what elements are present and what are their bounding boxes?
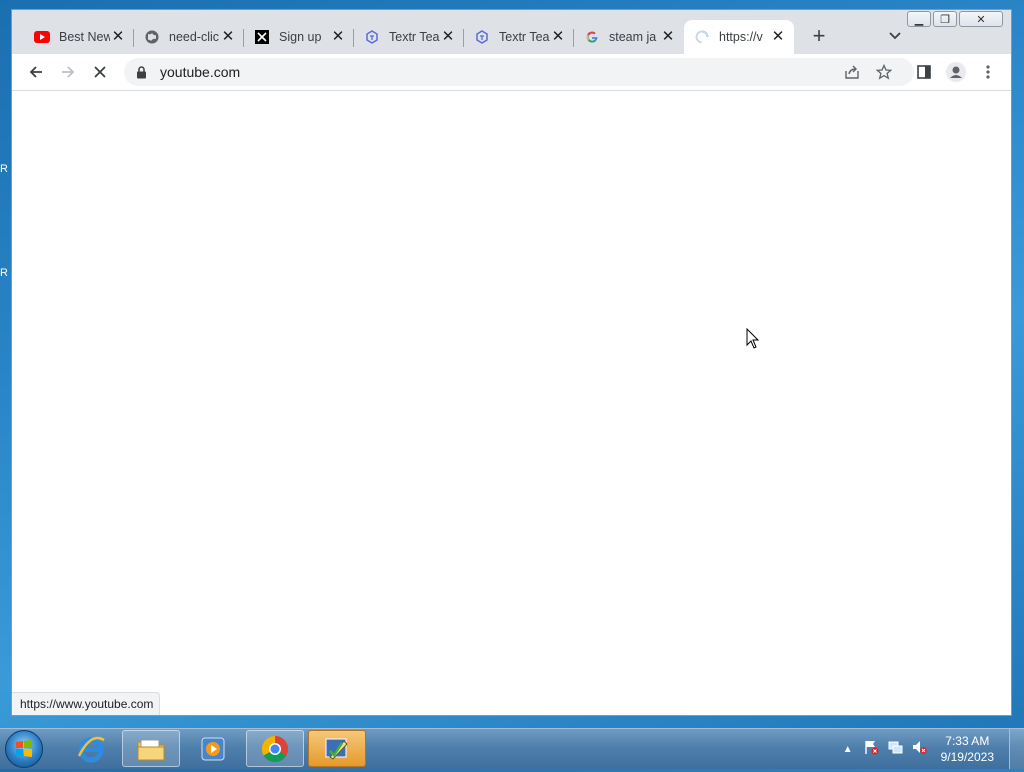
address-url[interactable]: youtube.com: [160, 64, 240, 80]
close-icon[interactable]: ✕: [440, 29, 456, 45]
close-icon[interactable]: ✕: [770, 29, 786, 45]
tab-strip: Best New ✕ need-clic ✕ Sign up ✕ Textr T…: [12, 10, 1011, 54]
share-icon[interactable]: [842, 62, 862, 82]
tab-title: Sign up: [279, 30, 322, 44]
media-player-icon[interactable]: [184, 730, 242, 767]
file-explorer-icon[interactable]: [122, 730, 180, 767]
loading-spinner-icon: [694, 29, 710, 45]
tab-textr-2[interactable]: Textr Tea ✕: [464, 20, 574, 54]
status-bubble: https://www.youtube.com: [12, 692, 161, 715]
taskbar: ▲ 7:33 AM 9/19/2023: [0, 728, 1024, 769]
clock-date: 9/19/2023: [940, 750, 994, 764]
system-tray: ▲ 7:33 AM 9/19/2023: [843, 729, 994, 769]
window-controls: ▁ ❐ ✕: [905, 11, 1003, 27]
forward-button[interactable]: [58, 62, 78, 82]
tab-title: steam ja: [609, 30, 657, 44]
tab-youtube[interactable]: Best New ✕: [24, 20, 134, 54]
action-center-flag-icon[interactable]: [863, 739, 879, 760]
tab-need-click[interactable]: need-clic ✕: [134, 20, 244, 54]
tab-title: Textr Tea: [499, 30, 550, 44]
close-icon[interactable]: ✕: [220, 29, 236, 45]
maximize-button[interactable]: ❐: [933, 11, 957, 27]
side-panel-icon[interactable]: [914, 62, 934, 82]
textr-icon: [474, 29, 490, 45]
desktop-icon-label[interactable]: R: [0, 267, 8, 279]
address-bar[interactable]: youtube.com: [124, 58, 914, 86]
chevron-down-icon[interactable]: [888, 28, 902, 42]
tab-title: https://v: [719, 30, 763, 44]
tab-title: Best New: [59, 30, 110, 44]
tab-title: need-clic: [169, 30, 220, 44]
tab-title: Textr Tea: [389, 30, 440, 44]
menu-kebab-icon[interactable]: [978, 62, 998, 82]
start-button[interactable]: [5, 730, 43, 768]
youtube-icon: [34, 29, 50, 45]
google-icon: [584, 29, 600, 45]
network-icon[interactable]: [887, 739, 903, 760]
close-icon[interactable]: ✕: [660, 29, 676, 45]
close-icon[interactable]: ✕: [330, 29, 346, 45]
tab-textr-1[interactable]: Textr Tea ✕: [354, 20, 464, 54]
profile-avatar-icon[interactable]: [946, 62, 966, 82]
page-content: https://www.youtube.com: [12, 91, 1011, 715]
close-icon[interactable]: ✕: [110, 29, 126, 45]
new-tab-button[interactable]: +: [809, 25, 829, 47]
show-desktop-button[interactable]: [1009, 729, 1024, 769]
app-pencil-icon[interactable]: [308, 730, 366, 767]
mouse-cursor-icon: [746, 327, 760, 350]
desktop-icon-label[interactable]: R: [0, 163, 8, 175]
clock[interactable]: 7:33 AM 9/19/2023: [941, 733, 994, 765]
back-button[interactable]: [26, 62, 46, 82]
tab-youtube-loading[interactable]: https://v ✕: [684, 20, 794, 54]
volume-muted-icon[interactable]: [911, 739, 927, 760]
lock-icon[interactable]: [136, 65, 150, 79]
textr-icon: [364, 29, 380, 45]
close-icon[interactable]: ✕: [550, 29, 566, 45]
globe-icon: [144, 29, 160, 45]
minimize-button[interactable]: ▁: [907, 11, 931, 27]
browser-window: Best New ✕ need-clic ✕ Sign up ✕ Textr T…: [11, 9, 1012, 716]
x-logo-icon: [254, 29, 270, 45]
bookmark-star-icon[interactable]: [874, 62, 894, 82]
close-window-button[interactable]: ✕: [959, 11, 1003, 27]
clock-time: 7:33 AM: [945, 734, 990, 748]
stop-loading-button[interactable]: [90, 62, 110, 82]
internet-explorer-icon[interactable]: [62, 730, 120, 767]
tab-google-search[interactable]: steam ja ✕: [574, 20, 684, 54]
chrome-icon[interactable]: [246, 730, 304, 767]
tab-sign-up[interactable]: Sign up ✕: [244, 20, 354, 54]
show-hidden-icons-icon[interactable]: ▲: [843, 744, 853, 755]
browser-toolbar: youtube.com: [12, 54, 1011, 91]
